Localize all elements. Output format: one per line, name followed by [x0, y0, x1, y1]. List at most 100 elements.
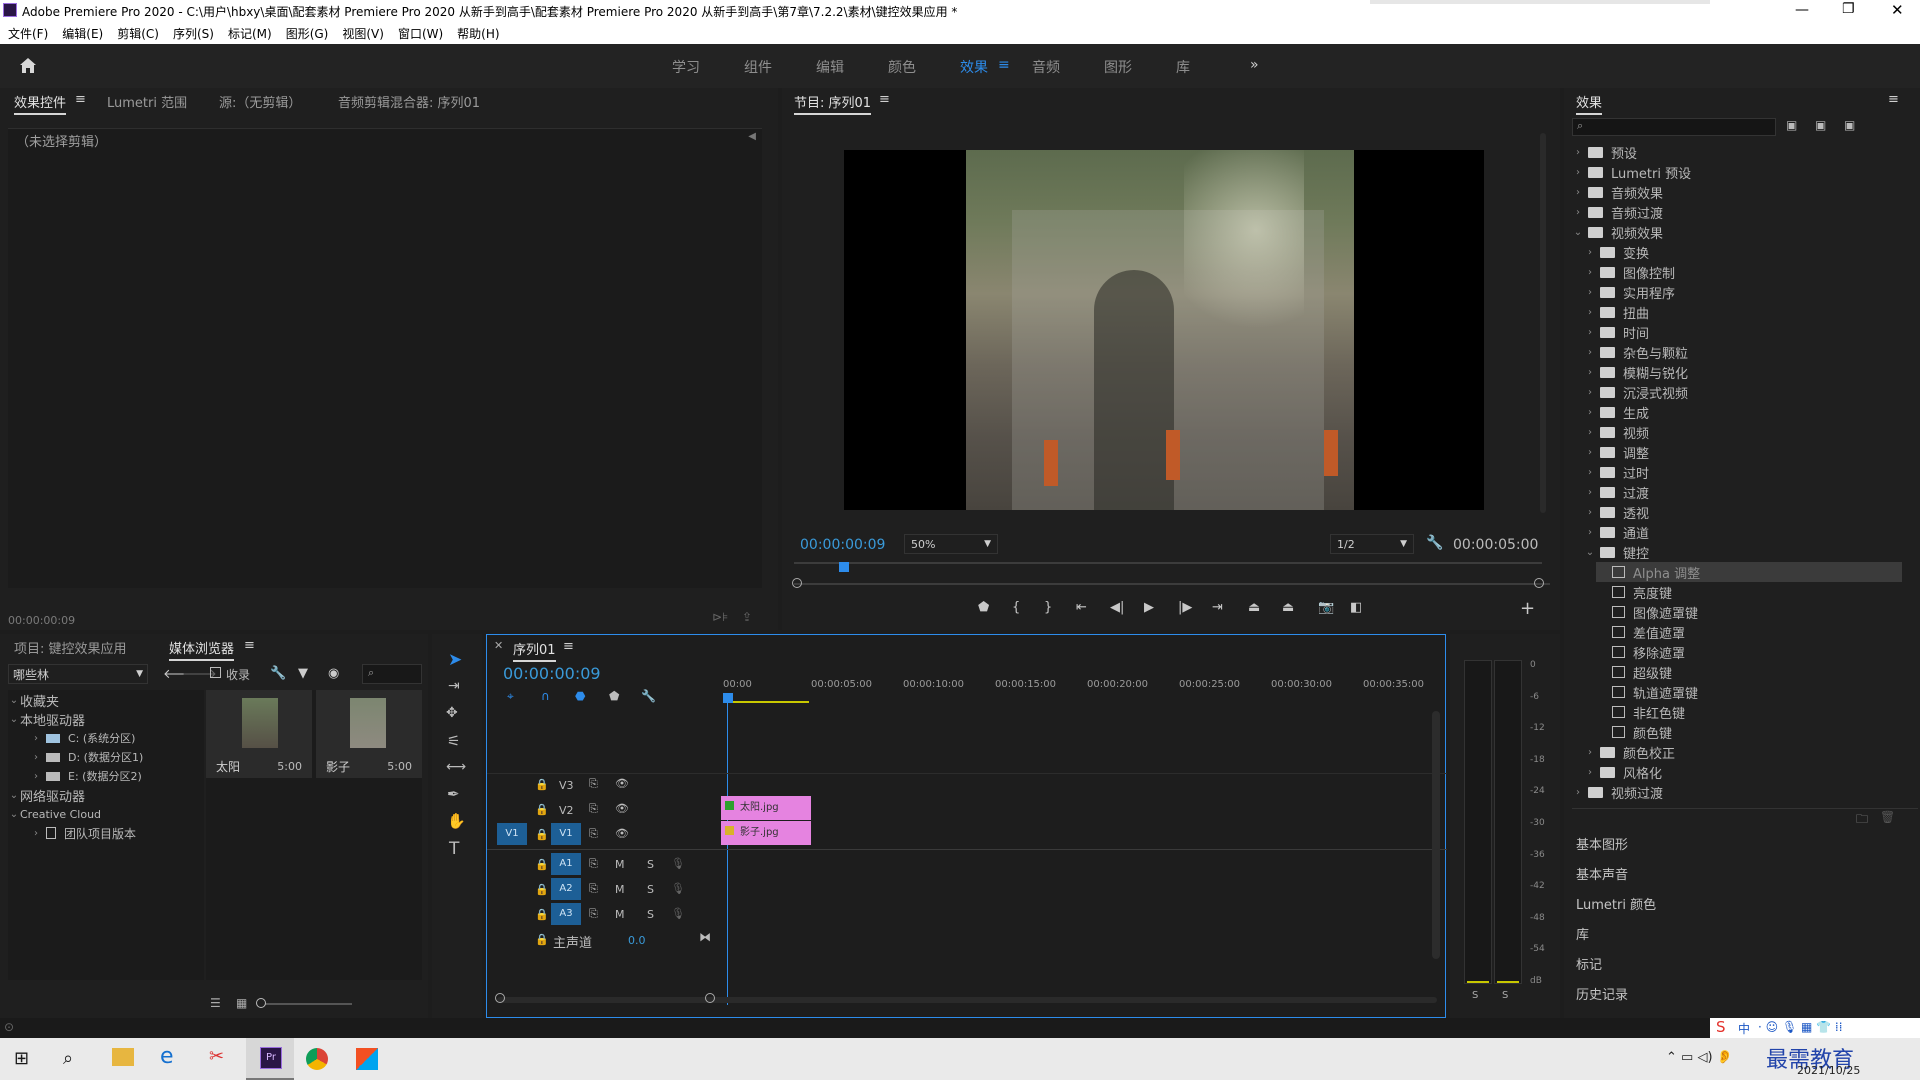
effects-tree-item[interactable]: › 扭曲 — [1584, 302, 1902, 322]
yuv-effects-icon[interactable]: ▣ — [1844, 118, 1855, 132]
tree-local-drives[interactable]: ⌄ 本地驱动器 — [8, 709, 85, 729]
sync-lock-icon[interactable]: ⎘ — [589, 827, 598, 841]
slider-handle[interactable] — [256, 998, 266, 1008]
effects-tree-item[interactable]: 超级键 — [1596, 662, 1902, 682]
workspace-assembly[interactable]: 组件 — [744, 57, 772, 77]
menu-sequence[interactable]: 序列(S) — [173, 25, 214, 42]
chevron-right-icon[interactable]: › — [1584, 467, 1596, 478]
snipping-tool-icon[interactable]: ✂ — [209, 1046, 224, 1067]
thumbnail-size-slider[interactable] — [258, 1003, 352, 1005]
sync-lock-icon[interactable]: ⎘ — [589, 907, 598, 921]
wrench-icon[interactable]: 🔧 — [270, 666, 286, 681]
hand-tool-icon[interactable]: ✋ — [447, 812, 466, 830]
tree-drive-e[interactable]: › E: (数据分区2) — [30, 766, 142, 786]
solo-left-button[interactable]: S — [1472, 990, 1478, 1001]
timeline-playhead-head[interactable] — [723, 693, 733, 703]
track-target-a2[interactable]: A2 — [551, 878, 581, 900]
lock-icon[interactable]: 🔒 — [535, 778, 549, 791]
chevron-right-icon[interactable]: › — [1572, 167, 1584, 178]
media-browser-menu-icon[interactable]: ≡ — [244, 638, 255, 653]
effects-tree-item[interactable]: › 视频 — [1584, 422, 1902, 442]
go-to-out-icon[interactable]: ⇥ — [1212, 600, 1223, 615]
thumbnail-item[interactable]: 太阳 5:00 — [206, 690, 312, 778]
lock-icon[interactable]: 🔒 — [535, 908, 549, 921]
search-icon[interactable]: ⌕ — [63, 1048, 73, 1069]
effects-tree-item[interactable]: › 视频过渡 — [1572, 782, 1902, 802]
menu-file[interactable]: 文件(F) — [8, 25, 48, 42]
tab-audio-clip-mixer[interactable]: 音频剪辑混合器: 序列01 — [338, 92, 480, 111]
eye-icon[interactable]: 👁 — [615, 827, 629, 840]
mark-out-icon[interactable]: } — [1044, 600, 1052, 615]
filter-icon[interactable]: ⊳⊧ — [712, 610, 728, 624]
clip-sun[interactable]: 太阳.jpg — [721, 796, 811, 820]
effects-search-input[interactable]: ⌕ — [1572, 118, 1776, 136]
effects-tree-item[interactable]: › 音频过渡 — [1572, 202, 1902, 222]
list-view-icon[interactable]: ☰ — [210, 996, 221, 1010]
section-essential-sound[interactable]: 基本声音 — [1576, 864, 1628, 883]
chevron-down-icon[interactable]: ⌄ — [1572, 227, 1584, 238]
tab-lumetri-scopes[interactable]: Lumetri 范围 — [107, 92, 187, 111]
eye-icon[interactable]: 👁 — [615, 802, 629, 815]
monitor-scrollbar[interactable] — [1540, 133, 1546, 513]
tab-media-browser[interactable]: 媒体浏览器 — [169, 638, 235, 661]
file-explorer-icon[interactable] — [112, 1048, 134, 1066]
effects-tree-item[interactable]: › 音频效果 — [1572, 182, 1902, 202]
program-menu-icon[interactable]: ≡ — [879, 92, 890, 107]
chevron-right-icon[interactable]: › — [1584, 767, 1596, 778]
effects-tab[interactable]: 效果 — [1576, 92, 1603, 115]
effects-tree-item[interactable]: › 透视 — [1584, 502, 1902, 522]
chevron-right-icon[interactable]: › — [1572, 187, 1584, 198]
icon-view-icon[interactable]: ▦ — [236, 996, 247, 1010]
search-input[interactable]: ⌕ — [362, 664, 422, 684]
wrench-icon[interactable]: 🔧 — [641, 689, 656, 703]
export-frame-icon[interactable]: 📷 — [1318, 600, 1334, 615]
effects-tree-item[interactable]: 移除遮罩 — [1596, 642, 1902, 662]
section-lumetri-color[interactable]: Lumetri 颜色 — [1576, 894, 1656, 913]
effects-tree-item[interactable]: › 模糊与锐化 — [1584, 362, 1902, 382]
sequence-menu-icon[interactable]: ≡ — [563, 639, 574, 654]
tab-menu-icon[interactable]: ≡ — [75, 92, 86, 107]
sync-lock-icon[interactable]: ⎘ — [589, 777, 598, 791]
chevron-down-icon[interactable]: ⌄ — [1584, 547, 1596, 558]
selection-tool-icon[interactable]: ➤ — [448, 650, 462, 670]
chevron-right-icon[interactable]: › — [1584, 447, 1596, 458]
effects-tree-item[interactable]: › 预设 — [1572, 142, 1902, 162]
app-icon[interactable] — [356, 1048, 378, 1070]
effects-tree-item[interactable]: ⌄ 键控 — [1584, 542, 1902, 562]
effects-tree-item[interactable]: › 图像控制 — [1584, 262, 1902, 282]
menu-clip[interactable]: 剪辑(C) — [117, 25, 159, 42]
effects-tree-item[interactable]: 非红色键 — [1596, 702, 1902, 722]
lock-icon[interactable]: 🔒 — [535, 858, 549, 871]
solo-right-button[interactable]: S — [1502, 990, 1508, 1001]
effects-tree-item[interactable]: › 生成 — [1584, 402, 1902, 422]
effects-tree-item[interactable]: › 实用程序 — [1584, 282, 1902, 302]
snap-icon[interactable]: ⌖ — [507, 689, 514, 704]
edge-icon[interactable]: e — [160, 1044, 174, 1069]
tree-team-projects[interactable]: › 团队项目版本 — [30, 823, 136, 843]
microphone-icon[interactable]: 🎙 — [671, 882, 685, 895]
effects-tree-item[interactable]: 颜色键 — [1596, 722, 1902, 742]
filter-icon[interactable]: ▼ — [298, 666, 308, 681]
zoom-select[interactable]: 50% ▼ — [904, 534, 998, 554]
workspace-graphics[interactable]: 图形 — [1104, 57, 1132, 77]
section-libraries[interactable]: 库 — [1576, 924, 1589, 943]
step-back-icon[interactable]: ◀| — [1110, 600, 1124, 615]
menu-view[interactable]: 视图(V) — [342, 25, 384, 42]
chevron-right-icon[interactable]: › — [1584, 367, 1596, 378]
minimize-button[interactable]: — — [1795, 2, 1809, 18]
effects-tree-item[interactable]: 轨道遮罩键 — [1596, 682, 1902, 702]
slip-tool-icon[interactable]: ⟷ — [446, 759, 466, 775]
lock-icon[interactable]: 🔒 — [535, 828, 549, 841]
chevron-right-icon[interactable]: › — [1584, 747, 1596, 758]
effects-tree-item[interactable]: Alpha 调整 — [1596, 562, 1902, 582]
sequence-timecode[interactable]: 00:00:00:09 — [503, 664, 601, 683]
mark-in-icon[interactable]: { — [1012, 600, 1020, 615]
workspace-menu-icon[interactable]: ≡ — [998, 57, 1010, 73]
tree-drive-c[interactable]: › C: (系统分区) — [30, 728, 135, 748]
lock-icon[interactable]: 🔒 — [535, 933, 549, 946]
add-button-icon[interactable]: + — [1520, 598, 1535, 619]
eye-icon[interactable]: 👁 — [615, 777, 629, 790]
effects-menu-icon[interactable]: ≡ — [1888, 92, 1899, 107]
razor-tool-icon[interactable]: ⚟ — [447, 732, 460, 750]
export-icon[interactable]: ⇪ — [742, 610, 752, 624]
